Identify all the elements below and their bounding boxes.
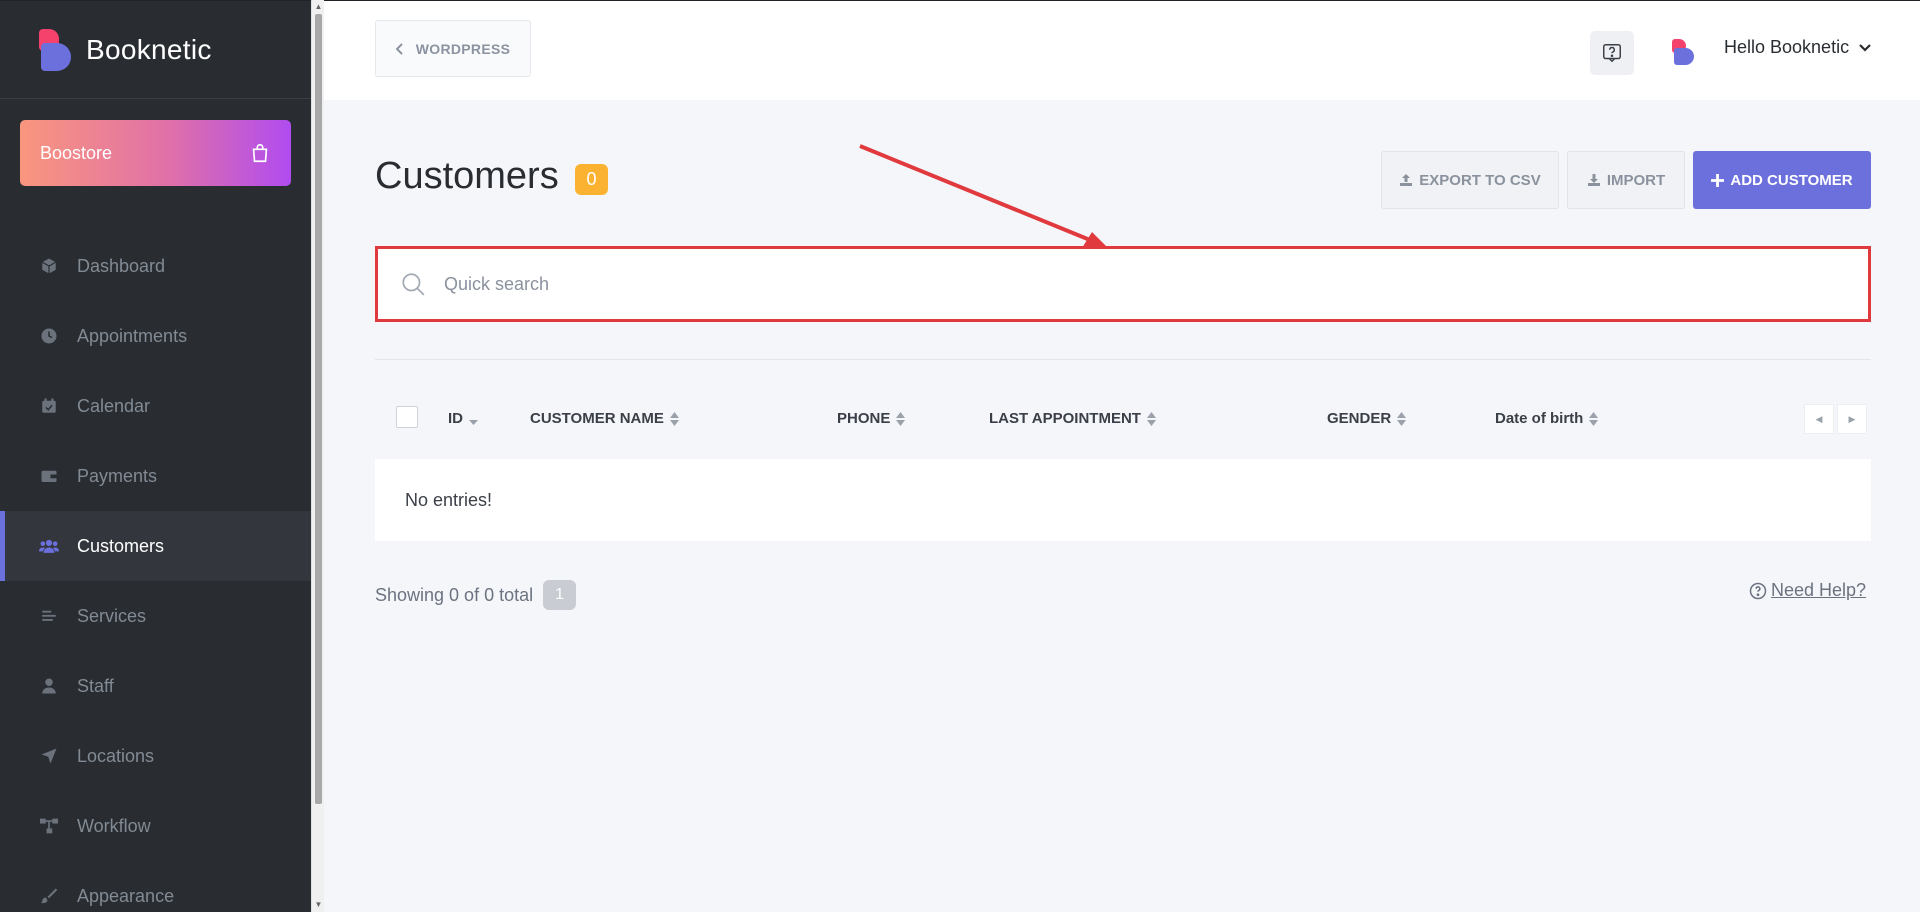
column-header-customer-name[interactable]: CUSTOMER NAME (530, 410, 679, 427)
column-label: PHONE (837, 410, 891, 427)
sidebar-item-label: Appointments (77, 325, 188, 346)
sidebar-item-label: Dashboard (77, 255, 166, 276)
export-csv-label: EXPORT TO CSV (1419, 171, 1541, 189)
scroll-thumb[interactable] (315, 14, 322, 804)
column-header-last-appointment[interactable]: LAST APPOINTMENT (989, 410, 1156, 427)
sidebar-item-dashboard[interactable]: Dashboard (0, 231, 311, 301)
sidebar-item-workflow[interactable]: Workflow (0, 791, 311, 861)
quick-search-box[interactable] (375, 246, 1871, 322)
brush-icon (39, 886, 59, 906)
sidebar-item-label: Services (77, 605, 147, 626)
sidebar-item-appearance[interactable]: Appearance (0, 861, 311, 912)
back-to-wordpress-button[interactable]: WORDPRESS (375, 20, 531, 77)
sort-icon (669, 411, 679, 426)
brand[interactable]: Booknetic (0, 1, 311, 99)
help-chat-icon (1603, 44, 1621, 63)
import-label: IMPORT (1606, 171, 1666, 189)
sidebar-scrollbar[interactable]: ▲ ▼ (311, 0, 324, 912)
column-label: LAST APPOINTMENT (989, 410, 1141, 427)
pagination-info: Showing 0 of 0 total 1 (375, 580, 577, 610)
sidebar-item-services[interactable]: Services (0, 581, 311, 651)
scroll-columns-left-button[interactable]: ◀ (1804, 404, 1834, 434)
need-help-label: Need Help? (1771, 580, 1867, 600)
table-header: ID CUSTOMER NAME PHONE LAST APPOINTMENT … (375, 400, 1871, 438)
workflow-icon (39, 816, 59, 836)
scroll-up-arrow-icon[interactable]: ▲ (314, 2, 323, 12)
sidebar-item-label: Calendar (77, 395, 151, 416)
search-icon (402, 273, 425, 296)
showing-text: Showing 0 of 0 total (375, 584, 534, 605)
column-header-gender[interactable]: GENDER (1327, 410, 1407, 427)
booknetic-logo-icon (39, 28, 71, 71)
user-greeting: Hello Booknetic (1724, 37, 1850, 57)
sidebar-item-staff[interactable]: Staff (0, 651, 311, 721)
sidebar-item-payments[interactable]: Payments (0, 441, 311, 511)
calendar-icon (39, 396, 59, 416)
caret-right-icon: ▶ (1848, 413, 1856, 424)
sort-desc-icon (469, 419, 478, 425)
location-arrow-icon (39, 746, 59, 766)
question-circle-icon (1749, 582, 1767, 599)
page-title: Customers (375, 155, 559, 197)
need-help-link[interactable]: Need Help? (1749, 580, 1866, 601)
scroll-down-arrow-icon[interactable]: ▼ (314, 900, 323, 910)
scroll-columns-right-button[interactable]: ▶ (1837, 404, 1867, 434)
column-label: CUSTOMER NAME (530, 410, 664, 427)
download-icon (1587, 174, 1600, 186)
cube-icon (39, 256, 59, 276)
user-menu[interactable]: Hello Booknetic (1724, 37, 1871, 58)
customer-count-badge: 0 (575, 164, 608, 195)
users-icon (39, 536, 59, 556)
user-avatar-logo-icon[interactable] (1672, 39, 1694, 65)
boostore-label: Boostore (40, 142, 113, 163)
empty-message: No entries! (405, 489, 493, 510)
plus-icon (1711, 173, 1725, 187)
sidebar-item-label: Workflow (77, 815, 151, 836)
add-customer-button[interactable]: ADD CUSTOMER (1693, 151, 1871, 209)
select-all-checkbox[interactable] (396, 406, 418, 428)
column-label: ID (448, 410, 463, 427)
top-bar: WORDPRESS Hello Booknetic (324, 0, 1920, 100)
upload-icon (1400, 174, 1413, 186)
column-header-phone[interactable]: PHONE (837, 410, 906, 427)
caret-left-icon: ◀ (1815, 413, 1823, 424)
divider (375, 359, 1871, 360)
sidebar-item-appointments[interactable]: Appointments (0, 301, 311, 371)
sidebar-item-customers[interactable]: Customers (0, 511, 311, 581)
user-icon (39, 676, 59, 696)
sidebar-item-label: Locations (77, 745, 155, 766)
back-to-wordpress-label: WORDPRESS (415, 40, 511, 57)
column-header-date-of-birth[interactable]: Date of birth (1495, 410, 1599, 427)
chevron-down-icon (1859, 43, 1871, 52)
sort-icon (1146, 411, 1156, 426)
sort-icon (896, 411, 906, 426)
wallet-icon (39, 466, 59, 486)
add-customer-label: ADD CUSTOMER (1730, 171, 1853, 189)
column-label: Date of birth (1495, 410, 1584, 427)
list-icon (39, 606, 59, 626)
sidebar-item-label: Payments (77, 465, 158, 486)
sidebar-item-label: Staff (77, 675, 114, 696)
clock-icon (39, 326, 59, 346)
brand-name: Booknetic (86, 33, 212, 65)
sort-icon (1397, 411, 1407, 426)
sidebar-item-label: Appearance (77, 885, 175, 906)
column-label: GENDER (1327, 410, 1392, 427)
column-header-id[interactable]: ID (448, 410, 478, 427)
sidebar-item-calendar[interactable]: Calendar (0, 371, 311, 441)
page-1-button[interactable]: 1 (543, 580, 577, 610)
sort-icon (1589, 411, 1599, 426)
sidebar: Booknetic Boostore Dashboard Appointment… (0, 0, 311, 912)
chevron-left-icon (395, 42, 403, 55)
help-chat-button[interactable] (1590, 31, 1634, 75)
sidebar-item-label: Customers (77, 535, 165, 556)
sidebar-item-locations[interactable]: Locations (0, 721, 311, 791)
quick-search-input[interactable] (444, 273, 1744, 295)
import-button[interactable]: IMPORT (1567, 151, 1685, 209)
export-csv-button[interactable]: EXPORT TO CSV (1381, 151, 1559, 209)
table-empty-row: No entries! (375, 459, 1871, 541)
shopping-bag-icon (252, 143, 268, 163)
sidebar-nav: Dashboard Appointments Calendar Payments… (0, 231, 311, 912)
boostore-button[interactable]: Boostore (20, 120, 291, 186)
